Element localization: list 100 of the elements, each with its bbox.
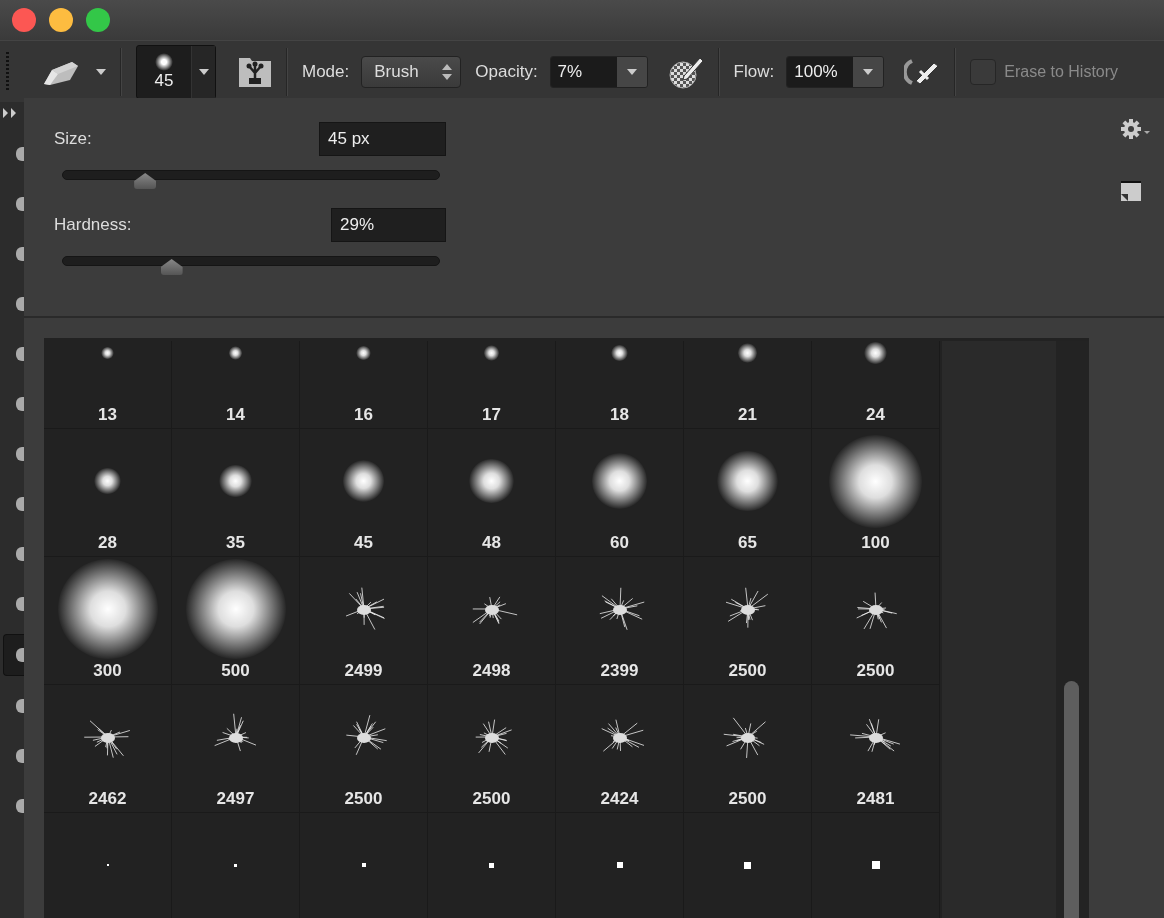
scrollbar[interactable] <box>1056 341 1089 918</box>
brush-size-text: 2497 <box>216 789 255 809</box>
caret-icon[interactable] <box>96 68 106 75</box>
brush-size-text: 2500 <box>728 789 767 809</box>
brush-size-text: 100 <box>861 533 890 553</box>
soft-brush-preview <box>219 464 252 498</box>
new-preset-icon[interactable] <box>1120 180 1142 202</box>
scrollbar-thumb[interactable] <box>1064 681 1079 918</box>
brush-size-text: 500 <box>221 661 250 681</box>
brush-size-text: 2498 <box>472 661 511 681</box>
brush-preset[interactable]: 17 <box>428 341 556 429</box>
brush-preset[interactable]: 100 <box>812 429 940 557</box>
brush-preset[interactable]: 300 <box>44 557 172 685</box>
caret-icon <box>198 68 209 75</box>
brush-size-text: 48 <box>482 533 501 553</box>
brush-size-text: 35 <box>226 533 245 553</box>
brush-preset[interactable]: 2500 <box>812 557 940 685</box>
caret-icon <box>626 68 637 75</box>
brush-size-text: 45 <box>154 70 174 91</box>
brush-size-text: 24 <box>866 405 885 425</box>
brush-size-text: 28 <box>98 533 117 553</box>
brush-preset[interactable]: 2462 <box>44 685 172 813</box>
brush-preset[interactable]: 2424 <box>556 685 684 813</box>
tool-icon[interactable] <box>3 634 24 676</box>
brush-preset[interactable]: 2497 <box>172 685 300 813</box>
hardness-field[interactable]: 29% <box>331 208 446 242</box>
hardness-label: Hardness: <box>54 215 132 235</box>
brush-preset[interactable]: 24 <box>812 341 940 429</box>
brush-preset-picker[interactable]: 45 <box>136 44 216 99</box>
minimize-button[interactable] <box>49 8 73 32</box>
brush-preset[interactable]: 2481 <box>812 685 940 813</box>
brush-size-text: 17 <box>482 405 501 425</box>
brush-preset[interactable]: 2499 <box>300 557 428 685</box>
brush-size-text: 45 <box>354 533 373 553</box>
brush-size-text: 60 <box>610 533 629 553</box>
brush-preset[interactable]: 2498 <box>428 557 556 685</box>
brush-size-text: 2500 <box>728 661 767 681</box>
brush-preset[interactable]: 48 <box>428 429 556 557</box>
brush-size-text: 2462 <box>88 789 127 809</box>
brush-size-text: 2481 <box>856 789 895 809</box>
brush-preset[interactable]: 45 <box>300 429 428 557</box>
soft-brush-preview <box>94 468 121 494</box>
updown-arrows-icon <box>442 63 453 80</box>
soft-brush-preview <box>737 343 758 363</box>
brush-preset[interactable]: 35 <box>172 429 300 557</box>
point-brush-preview <box>361 863 366 867</box>
brush-folder-icon[interactable] <box>238 55 272 88</box>
brush-size-text: 2499 <box>344 661 383 681</box>
brush-preset[interactable]: 2399 <box>556 557 684 685</box>
brush-preset[interactable]: 2500 <box>428 685 556 813</box>
brush-size-text: 65 <box>738 533 757 553</box>
close-button[interactable] <box>12 8 36 32</box>
brush-size-text: 2500 <box>856 661 895 681</box>
flow-label: Flow: <box>733 61 775 82</box>
erase-to-history-label: Erase to History <box>1004 62 1119 81</box>
soft-brush-preview <box>864 341 887 365</box>
opacity-label: Opacity: <box>475 61 538 82</box>
brush-size-text: 2500 <box>344 789 383 809</box>
point-brush-preview <box>744 861 751 869</box>
brush-size-text: 13 <box>98 405 117 425</box>
expand-arrows-icon[interactable] <box>2 108 18 118</box>
brush-size-text: 2399 <box>600 661 639 681</box>
grip-handle[interactable] <box>6 51 9 92</box>
hardness-slider[interactable] <box>62 256 440 276</box>
brush-size-text: 14 <box>226 405 245 425</box>
point-brush-preview <box>871 861 880 869</box>
point-brush-preview <box>489 862 494 868</box>
brush-preset[interactable]: 2500 <box>684 685 812 813</box>
brush-size-text: 2424 <box>600 789 639 809</box>
brush-size-text: 18 <box>610 405 629 425</box>
soft-brush-preview <box>356 345 371 361</box>
zoom-button[interactable] <box>86 8 110 32</box>
brush-preset[interactable]: 2500 <box>684 557 812 685</box>
flow-field[interactable]: 100% <box>786 55 885 88</box>
mode-select[interactable]: Brush <box>361 55 462 88</box>
mode-label: Mode: <box>302 61 350 82</box>
point-brush-preview <box>616 862 623 868</box>
size-field[interactable]: 45 px <box>319 122 446 156</box>
caret-icon <box>863 68 874 75</box>
brush-preset[interactable]: 28 <box>44 429 172 557</box>
brush-preset[interactable]: 2500 <box>300 685 428 813</box>
brush-size-text: 16 <box>354 405 373 425</box>
size-slider[interactable] <box>62 170 440 190</box>
point-brush-preview <box>234 863 237 867</box>
brush-preset[interactable]: 14 <box>172 341 300 429</box>
brush-preset[interactable]: 13 <box>44 341 172 429</box>
brush-size-text: 21 <box>738 405 757 425</box>
size-label: Size: <box>54 129 92 149</box>
brush-preset[interactable]: 18 <box>556 341 684 429</box>
brush-preset[interactable]: 16 <box>300 341 428 429</box>
brush-preset[interactable]: 65 <box>684 429 812 557</box>
soft-brush-preview <box>483 345 500 361</box>
soft-brush-preview <box>611 344 628 362</box>
brush-size-text: 2500 <box>472 789 511 809</box>
opacity-field[interactable]: 7% <box>549 55 648 88</box>
brush-preset[interactable]: 21 <box>684 341 812 429</box>
settings-icon[interactable] <box>1120 118 1150 140</box>
brush-preset[interactable]: 500 <box>172 557 300 685</box>
brush-preset[interactable]: 60 <box>556 429 684 557</box>
soft-brush-preview <box>101 346 114 360</box>
